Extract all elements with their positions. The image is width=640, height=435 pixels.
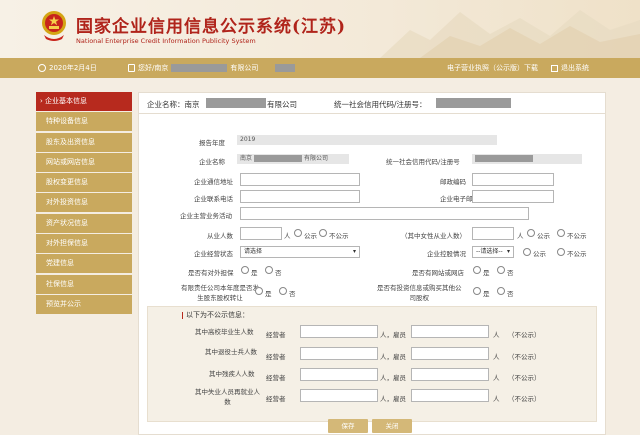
sidebar-item-party-building[interactable]: 党建信息 (36, 254, 132, 274)
great-wall-decoration (380, 10, 640, 58)
license-download-link[interactable]: 电子营业执照（公示版）下载 (447, 63, 538, 73)
postcode-label: 邮政编码 (440, 178, 466, 186)
non-public-section: 以下为不公示信息： 其中高校毕业生人数 经营者 人，雇员 人 （不公示） 其中退… (147, 306, 597, 422)
sidebar-item-preview-publish[interactable]: 预览并公示 (36, 294, 132, 314)
user-greeting: 您好/南京 有限公司 (128, 63, 296, 73)
site-subtitle: National Enterprise Credit Information P… (76, 37, 256, 45)
sidebar-item-investment[interactable]: 对外投资信息 (36, 193, 132, 213)
employees-input[interactable] (240, 227, 282, 240)
business-status-label: 企业经营状态 (194, 250, 233, 258)
clock-icon (38, 64, 46, 72)
employees-public-radio[interactable] (294, 229, 302, 237)
website-yes-radio[interactable] (473, 266, 481, 274)
employees-label: 从业人数 (207, 232, 233, 240)
expand-icon (182, 311, 183, 319)
national-emblem-icon (42, 11, 66, 41)
guarantee-no-radio[interactable] (265, 266, 273, 274)
employees-not-public-radio[interactable] (319, 229, 327, 237)
veterans-label: 其中退役士兵人数 (205, 348, 257, 356)
business-activity-label: 企业主营业务活动 (180, 212, 232, 220)
equity-transfer-label: 有限责任公司本年度是否发 生股东股权转让 (181, 284, 259, 302)
phone-input[interactable] (240, 190, 360, 203)
company-summary: 企业名称：南京 有限公司 统一社会信用代码/注册号： (139, 93, 605, 114)
address-input[interactable] (240, 173, 360, 186)
address-label: 企业通信地址 (194, 178, 233, 186)
sidebar-item-assets[interactable]: 资产状况信息 (36, 213, 132, 233)
redacted-text (171, 64, 228, 72)
holding-status-label: 企业控股情况 (427, 250, 466, 258)
postcode-input[interactable] (472, 173, 554, 186)
enterprise-name-label: 企业名称 (199, 158, 225, 166)
sidebar-item-websites[interactable]: 网站或网店信息 (36, 152, 132, 172)
sidebar-item-special-equipment[interactable]: 特种设备信息 (36, 112, 132, 132)
reemployed-operator-input[interactable] (300, 389, 378, 402)
sidebar-item-social-security[interactable]: 社保信息 (36, 274, 132, 294)
disabled-operator-input[interactable] (300, 368, 378, 381)
credit-code-field-label: 统一社会信用代码/注册号 (386, 158, 460, 166)
investment-yes-radio[interactable] (473, 287, 481, 295)
redacted-text (206, 98, 266, 108)
enterprise-name-value: 南京 有限公司 (237, 154, 349, 164)
investment-label: 是否有投资信息或购买其他公 司股权 (377, 284, 462, 302)
non-public-title: 以下为不公示信息： (182, 310, 249, 320)
business-status-select[interactable]: 请选择 (240, 246, 360, 258)
redacted-text (436, 98, 511, 108)
equity-transfer-yes-radio[interactable] (255, 287, 263, 295)
logout-link[interactable]: 退出系统 (551, 63, 589, 73)
logout-icon (551, 64, 558, 72)
graduates-operator-input[interactable] (300, 325, 378, 338)
veterans-employee-input[interactable] (411, 347, 489, 360)
site-header: 国家企业信用信息公示系统(江苏) National Enterprise Cre… (0, 0, 640, 58)
date-display: 2020年2月4日 (38, 63, 97, 73)
sidebar-nav: › 企业基本信息 特种设备信息 股东及出资信息 网站或网店信息 股权变更信息 对… (36, 92, 132, 315)
sidebar-item-equity-change[interactable]: 股权变更信息 (36, 173, 132, 193)
top-bar: 2020年2月4日 您好/南京 有限公司 电子营业执照（公示版）下载 退出系统 (0, 58, 640, 78)
graduates-employee-input[interactable] (411, 325, 489, 338)
report-year-value: 2019 (237, 135, 497, 145)
save-button[interactable]: 保存 (328, 419, 368, 433)
reemployed-label: 其中失业人员再就业人数 (195, 388, 260, 406)
disabled-employee-input[interactable] (411, 368, 489, 381)
website-no-radio[interactable] (497, 266, 505, 274)
female-employees-label: （其中女性从业人数） (401, 232, 466, 240)
sidebar-item-guarantee[interactable]: 对外担保信息 (36, 234, 132, 254)
veterans-operator-input[interactable] (300, 347, 378, 360)
main-panel: 企业名称：南京 有限公司 统一社会信用代码/注册号： 报告年度 2019 企业名… (138, 92, 606, 435)
investment-no-radio[interactable] (497, 287, 505, 295)
report-year-label: 报告年度 (199, 139, 225, 147)
close-button[interactable]: 关闭 (372, 419, 412, 433)
credit-code-value (472, 154, 582, 164)
redacted-text (275, 64, 296, 72)
female-public-radio[interactable] (527, 229, 535, 237)
holding-not-public-radio[interactable] (557, 248, 565, 256)
phone-label: 企业联系电话 (194, 195, 233, 203)
disabled-label: 其中残疾人人数 (209, 370, 255, 378)
guarantee-yes-radio[interactable] (241, 266, 249, 274)
holding-public-radio[interactable] (523, 248, 531, 256)
guarantee-label: 是否有对外担保 (188, 269, 234, 277)
credit-code-label: 统一社会信用代码/注册号： (334, 100, 427, 109)
website-label: 是否有网站或网店 (412, 269, 464, 277)
business-activity-input[interactable] (240, 207, 529, 220)
female-not-public-radio[interactable] (557, 229, 565, 237)
sidebar-item-shareholders[interactable]: 股东及出资信息 (36, 132, 132, 152)
holding-status-select[interactable]: --请选择-- (472, 246, 514, 258)
company-name-label: 企业名称：南京 (147, 100, 200, 109)
site-title: 国家企业信用信息公示系统(江苏) (76, 17, 347, 37)
female-employees-input[interactable] (472, 227, 514, 240)
sidebar-item-basic-info[interactable]: › 企业基本信息 (36, 92, 132, 111)
graduates-label: 其中高校毕业生人数 (195, 328, 254, 336)
reemployed-employee-input[interactable] (411, 389, 489, 402)
user-icon (128, 64, 135, 72)
email-input[interactable] (472, 190, 554, 203)
equity-transfer-no-radio[interactable] (279, 287, 287, 295)
